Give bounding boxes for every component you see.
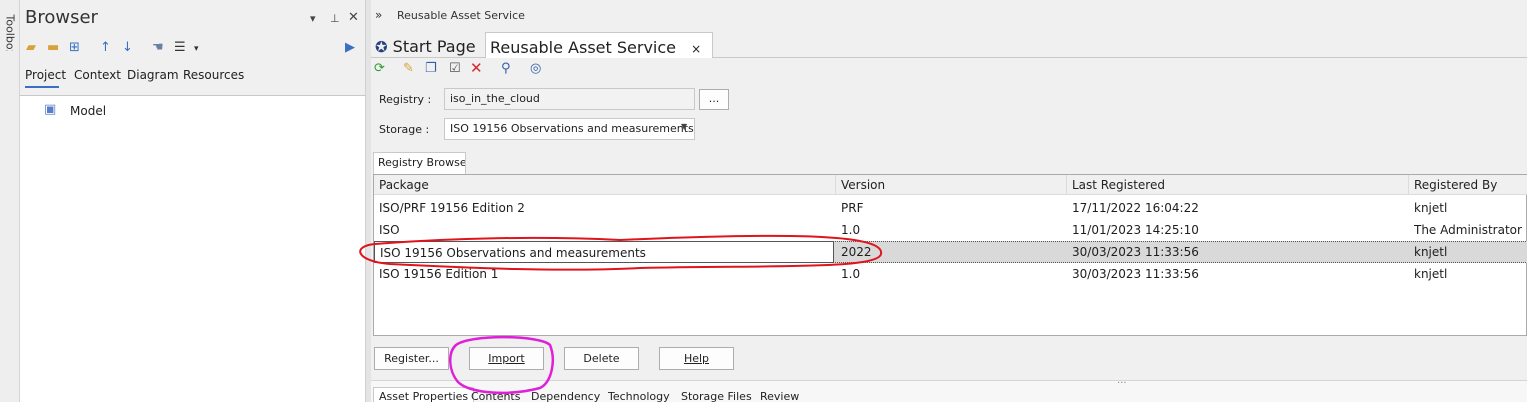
app-window: Toolbox Browser ▾ ⊥ ✕ ▰ ▬ ⊞ ↑ ↓ ☚ ☰ ▾ ▶ … <box>0 0 1527 402</box>
magenta-annotation-circle <box>449 335 554 395</box>
red-annotation-ellipse <box>359 234 883 271</box>
annotation-overlay <box>359 234 883 395</box>
